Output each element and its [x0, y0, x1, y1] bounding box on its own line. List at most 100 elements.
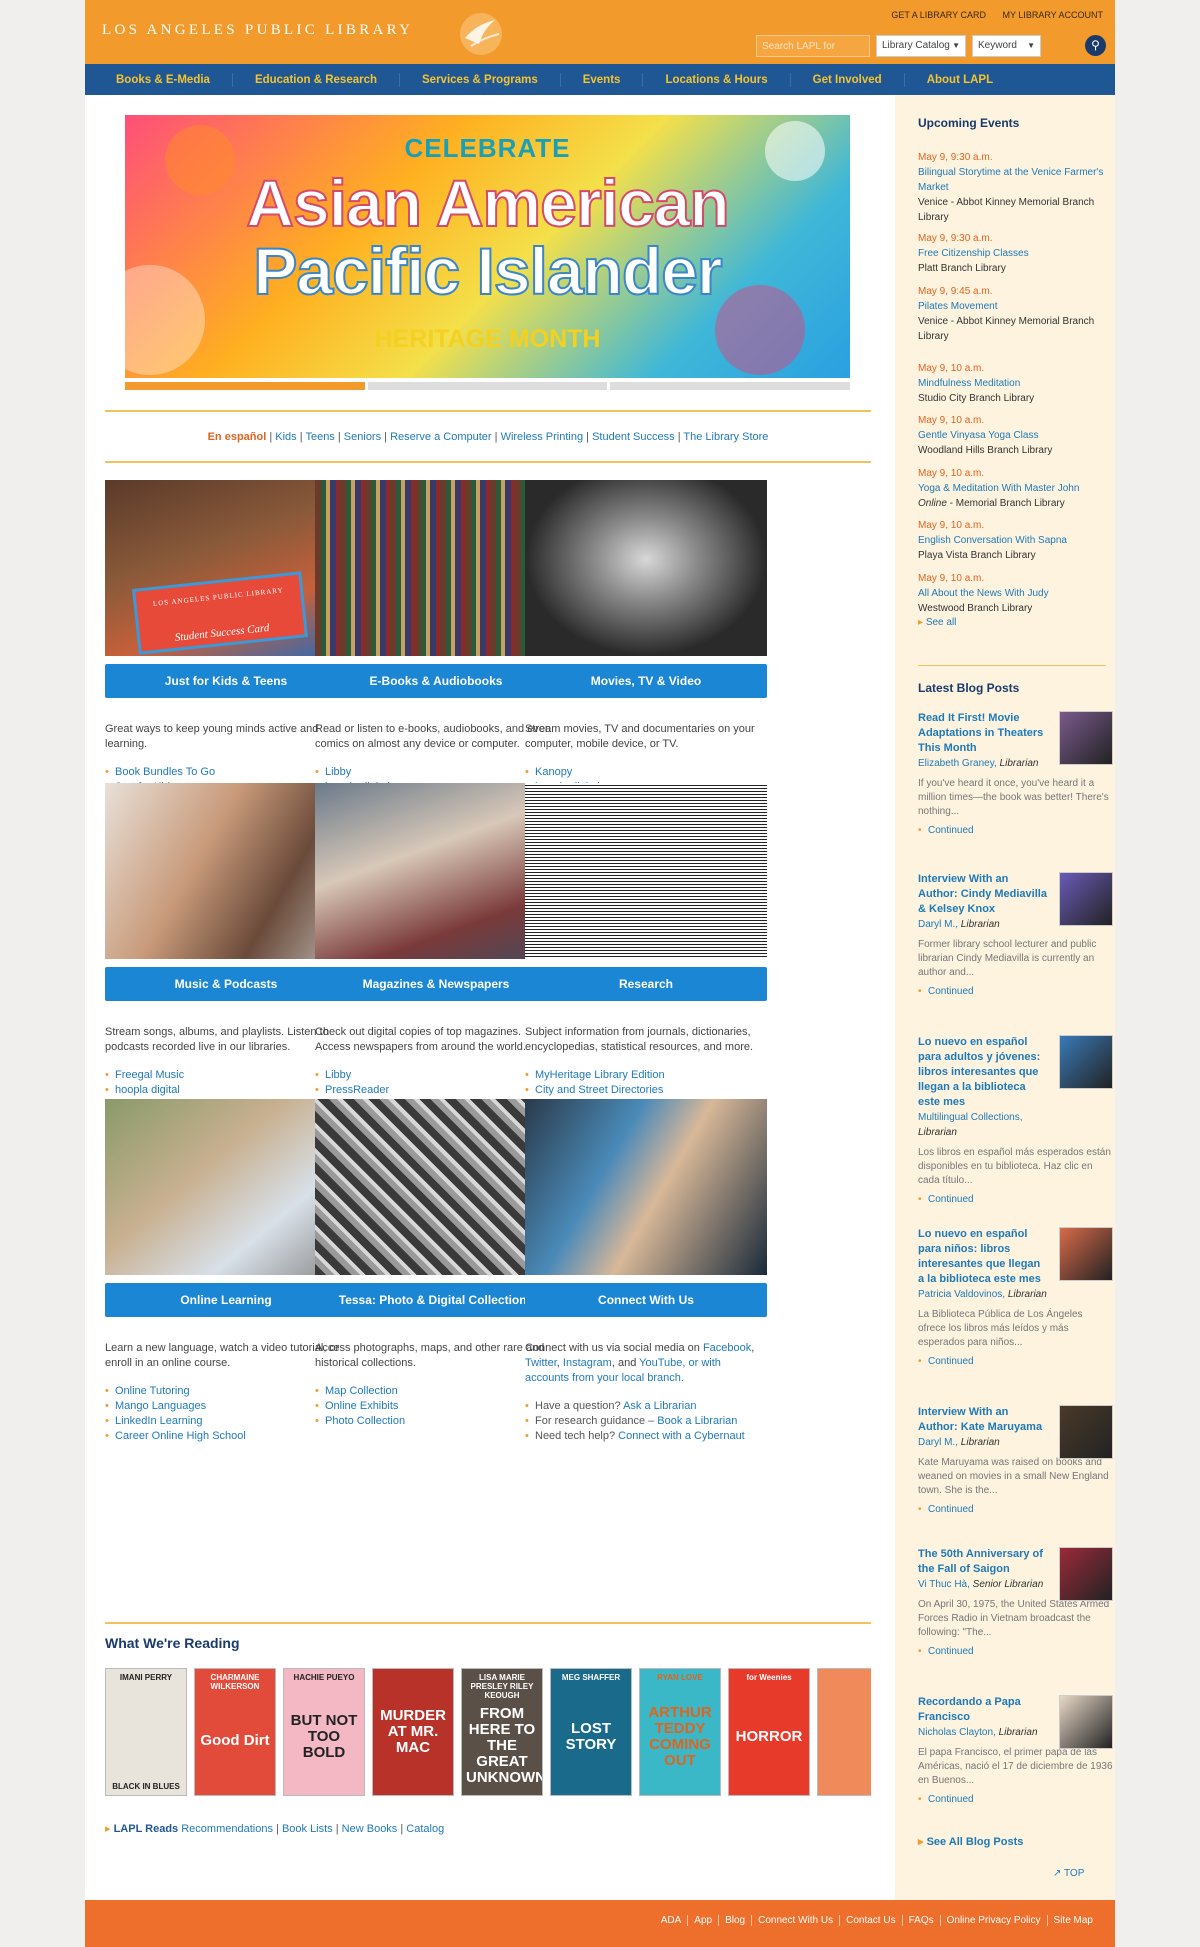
library-logo-icon[interactable] — [457, 10, 505, 58]
card-link[interactable]: Book Bundles To Go — [105, 765, 215, 780]
footer-link[interactable]: App — [687, 1915, 719, 1926]
quick-link-wireless-printing[interactable]: Wireless Printing — [501, 431, 584, 443]
library-logo-text[interactable]: LOS ANGELES PUBLIC LIBRARY — [102, 22, 413, 39]
quick-link-seniors[interactable]: Seniors — [344, 431, 381, 443]
book-cover[interactable]: MURDER AT MR. MAC — [372, 1668, 454, 1796]
blog-continued-link[interactable]: Continued — [918, 1356, 1113, 1367]
card-link[interactable]: PressReader — [315, 1083, 430, 1098]
book-cover[interactable]: LISA MARIE PRESLEY RILEY KEOUGH FROM HERE… — [461, 1668, 543, 1796]
card-link[interactable]: Kanopy — [525, 765, 600, 780]
event-title-link[interactable]: Pilates Movement — [918, 299, 1108, 314]
blog-title-link[interactable]: Read It First! Movie Adaptations in Thea… — [918, 711, 1048, 756]
card-image[interactable]: LOS ANGELES PUBLIC LIBRARY Student Succes… — [105, 480, 347, 656]
reads-link-book-lists[interactable]: Book Lists — [282, 1823, 333, 1835]
card-button[interactable]: Connect With Us — [525, 1283, 767, 1317]
card-button[interactable]: Online Learning — [105, 1283, 347, 1317]
social-link[interactable]: Twitter — [525, 1357, 557, 1369]
card-button[interactable]: Magazines & Newspapers — [315, 967, 557, 1001]
social-link[interactable]: Facebook — [703, 1342, 751, 1354]
hero-slide-dot[interactable] — [125, 382, 365, 390]
book-cover[interactable]: IMANI PERRY BLACK IN BLUES — [105, 1668, 187, 1796]
card-link[interactable]: Book a Librarian — [657, 1415, 737, 1427]
card-link[interactable]: Mango Languages — [105, 1399, 246, 1414]
card-link[interactable]: Career Online High School — [105, 1429, 246, 1444]
book-cover[interactable]: CHARMAINE WILKERSON Good Dirt — [194, 1668, 276, 1796]
blog-title-link[interactable]: Interview With an Author: Kate Maruyama — [918, 1405, 1048, 1435]
book-cover[interactable] — [817, 1668, 871, 1796]
card-button[interactable]: Music & Podcasts — [105, 967, 347, 1001]
nav-about-lapl[interactable]: About LAPL — [905, 73, 1015, 87]
event-title-link[interactable]: English Conversation With Sapna — [918, 533, 1108, 548]
blog-title-link[interactable]: The 50th Anniversary of the Fall of Saig… — [918, 1547, 1048, 1577]
blog-author-name[interactable]: Elizabeth Graney, — [918, 758, 997, 769]
event-title-link[interactable]: Free Citizenship Classes — [918, 246, 1108, 261]
quick-link-library-store[interactable]: The Library Store — [683, 431, 768, 443]
quick-link-reserve-computer[interactable]: Reserve a Computer — [390, 431, 492, 443]
book-cover[interactable]: for Weenies HORROR — [728, 1668, 810, 1796]
book-cover[interactable]: HACHIE PUEYO BUT NOT TOO BOLD — [283, 1668, 365, 1796]
card-button[interactable]: Tessa: Photo & Digital Collections — [315, 1283, 557, 1317]
blog-author-name[interactable]: Daryl M., — [918, 919, 958, 930]
card-image[interactable] — [315, 1099, 557, 1275]
card-link[interactable]: Libby — [315, 765, 536, 780]
quick-link-espanol[interactable]: En español — [208, 431, 267, 443]
card-image[interactable] — [315, 783, 557, 959]
card-link[interactable]: Ask a Librarian — [623, 1400, 696, 1412]
card-link[interactable]: Libby — [315, 1068, 430, 1083]
reads-link-recommendations[interactable]: Recommendations — [181, 1823, 273, 1835]
card-link[interactable]: Photo Collection — [315, 1414, 405, 1429]
card-link[interactable]: Online Exhibits — [315, 1399, 405, 1414]
footer-link[interactable]: ADA — [655, 1915, 688, 1926]
card-button[interactable]: Research — [525, 967, 767, 1001]
book-cover[interactable]: MEG SHAFFER LOST STORY — [550, 1668, 632, 1796]
card-image[interactable] — [105, 1099, 347, 1275]
card-image[interactable] — [315, 480, 557, 656]
card-image[interactable] — [105, 783, 347, 959]
reads-link-new-books[interactable]: New Books — [342, 1823, 398, 1835]
blog-thumbnail[interactable] — [1059, 1695, 1113, 1749]
see-all-blog-posts-link[interactable]: ▸ See All Blog Posts — [918, 1835, 1023, 1848]
footer-link[interactable]: Connect With Us — [751, 1915, 840, 1926]
blog-thumbnail[interactable] — [1059, 1227, 1113, 1281]
nav-books-emedia[interactable]: Books & E-Media — [94, 72, 233, 87]
event-title-link[interactable]: Bilingual Storytime at the Venice Farmer… — [918, 165, 1108, 195]
hero-slide-dot[interactable] — [610, 382, 851, 390]
search-type-select[interactable]: Keyword ▼ — [972, 35, 1041, 57]
blog-thumbnail[interactable] — [1059, 711, 1113, 765]
social-link[interactable]: YouTube — [639, 1357, 682, 1369]
quick-link-teens[interactable]: Teens — [305, 431, 334, 443]
event-title-link[interactable]: All About the News With Judy — [918, 586, 1108, 601]
blog-title-link[interactable]: Interview With an Author: Cindy Mediavil… — [918, 872, 1048, 917]
search-scope-select[interactable]: Library Catalog ▼ — [876, 35, 966, 57]
blog-author-name[interactable]: Patricia Valdovinos, — [918, 1289, 1005, 1300]
back-to-top-link[interactable]: ↗ TOP — [1053, 1868, 1084, 1879]
blog-thumbnail[interactable] — [1059, 1035, 1113, 1089]
blog-continued-link[interactable]: Continued — [918, 825, 1113, 836]
quick-link-student-success[interactable]: Student Success — [592, 431, 675, 443]
blog-continued-link[interactable]: Continued — [918, 986, 1113, 997]
hero-slide-dot[interactable] — [367, 382, 608, 390]
blog-author-name[interactable]: Daryl M., — [918, 1437, 958, 1448]
lapl-reads-link[interactable]: LAPL Reads — [114, 1823, 179, 1835]
card-link[interactable]: LinkedIn Learning — [105, 1414, 246, 1429]
card-link[interactable]: City and Street Directories — [525, 1083, 680, 1098]
get-library-card-link[interactable]: GET A LIBRARY CARD — [891, 10, 986, 20]
card-image[interactable] — [525, 783, 767, 959]
blog-title-link[interactable]: Lo nuevo en español para adultos y jóven… — [918, 1035, 1048, 1110]
card-button[interactable]: E-Books & Audiobooks — [315, 664, 557, 698]
search-input[interactable] — [756, 35, 870, 57]
blog-author-name[interactable]: Vi Thuc Hà, — [918, 1579, 970, 1590]
card-link[interactable]: hoopla digital — [105, 1083, 184, 1098]
card-image[interactable] — [525, 1099, 767, 1275]
card-link[interactable]: MyHeritage Library Edition — [525, 1068, 680, 1083]
card-link[interactable]: Map Collection — [315, 1384, 405, 1399]
card-button[interactable]: Movies, TV & Video — [525, 664, 767, 698]
blog-author-name[interactable]: Multilingual Collections, — [918, 1112, 1023, 1123]
my-library-account-link[interactable]: MY LIBRARY ACCOUNT — [1002, 10, 1103, 20]
reads-link-catalog[interactable]: Catalog — [406, 1823, 444, 1835]
blog-thumbnail[interactable] — [1059, 1547, 1113, 1601]
hero-banner[interactable]: CELEBRATE Asian American Pacific Islande… — [125, 115, 850, 378]
blog-continued-link[interactable]: Continued — [918, 1794, 1113, 1805]
blog-thumbnail[interactable] — [1059, 1405, 1113, 1459]
blog-continued-link[interactable]: Continued — [918, 1504, 1113, 1515]
